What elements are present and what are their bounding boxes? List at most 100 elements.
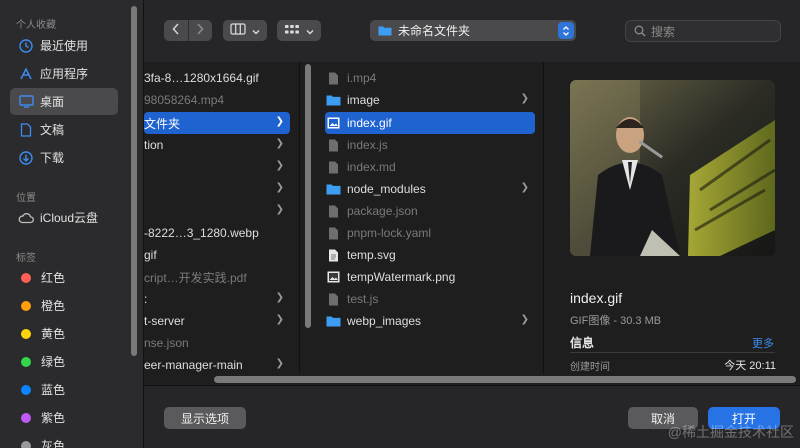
list-item[interactable]: i.mp4 bbox=[325, 67, 535, 89]
current-folder-label: 未命名文件夹 bbox=[398, 24, 471, 38]
file-name: gif bbox=[144, 248, 157, 262]
list-item-selected[interactable]: 文件夹 ❯ bbox=[144, 112, 290, 134]
view-mode-button[interactable] bbox=[223, 20, 267, 41]
preview-file-name: index.gif bbox=[570, 290, 623, 306]
file-icon bbox=[325, 71, 341, 85]
list-item[interactable]: tion ❯ bbox=[144, 134, 290, 156]
file-icon bbox=[325, 138, 341, 152]
sidebar-tag-orange[interactable]: 橙色 bbox=[10, 292, 118, 319]
sidebar-item-label: 下载 bbox=[40, 151, 65, 165]
sidebar-item-label: 桌面 bbox=[40, 95, 65, 109]
list-item[interactable]: nse.json bbox=[144, 332, 294, 354]
sidebar-item-label: 紫色 bbox=[41, 411, 66, 425]
desktop-icon bbox=[18, 94, 34, 110]
folder-icon bbox=[325, 182, 341, 196]
sidebar-item-label: 绿色 bbox=[41, 355, 66, 369]
list-item[interactable]: 98058264.mp4 bbox=[144, 89, 294, 111]
list-item[interactable]: test.js bbox=[325, 288, 535, 310]
list-item[interactable]: ❯ bbox=[144, 156, 290, 178]
preview-pane: index.gif GIF图像 - 30.3 MB 信息 更多 创建时间 今天 … bbox=[545, 62, 800, 374]
horizontal-scrollbar[interactable] bbox=[214, 376, 796, 383]
list-item[interactable]: eer-manager-main ❯ bbox=[144, 354, 290, 374]
sidebar-item-desktop[interactable]: 桌面 bbox=[10, 88, 118, 115]
chevron-right-icon: ❯ bbox=[275, 116, 284, 127]
file-name: cript…开发实践.pdf bbox=[144, 270, 247, 285]
list-item[interactable]: -8222…3_1280.webp bbox=[144, 222, 294, 244]
sidebar-tag-green[interactable]: 绿色 bbox=[10, 348, 118, 375]
more-link[interactable]: 更多 bbox=[752, 335, 774, 351]
sidebar-tag-purple[interactable]: 紫色 bbox=[10, 404, 118, 431]
show-options-button[interactable]: 显示选项 bbox=[164, 407, 246, 429]
folder-icon bbox=[378, 25, 392, 36]
file-name: package.json bbox=[347, 204, 418, 218]
forward-button[interactable] bbox=[187, 20, 213, 41]
list-item[interactable]: ❯ bbox=[144, 200, 290, 222]
list-item[interactable]: pnpm-lock.yaml bbox=[325, 222, 535, 244]
sidebar-item-applications[interactable]: 应用程序 bbox=[10, 60, 118, 87]
column-scrollbar[interactable] bbox=[305, 64, 311, 328]
list-item[interactable]: tempWatermark.png bbox=[325, 266, 535, 288]
grid-icon bbox=[284, 22, 300, 40]
sidebar-item-label: 蓝色 bbox=[41, 383, 66, 397]
group-button[interactable] bbox=[277, 20, 321, 41]
tag-color-dot bbox=[21, 356, 31, 367]
list-item[interactable]: gif bbox=[144, 244, 294, 266]
folder-name: t-server bbox=[144, 314, 185, 328]
file-name: nse.json bbox=[144, 336, 189, 350]
folder-name: node_modules bbox=[347, 182, 426, 196]
sidebar-item-icloud[interactable]: iCloud云盘 bbox=[10, 204, 118, 231]
tags-section-title: 标签 bbox=[16, 253, 36, 264]
list-item[interactable]: ❯ bbox=[144, 178, 290, 200]
list-item[interactable]: t-server ❯ bbox=[144, 310, 290, 332]
chevron-down-icon bbox=[252, 22, 260, 40]
list-item[interactable]: node_modules ❯ bbox=[325, 178, 535, 200]
favorites-section-title: 个人收藏 bbox=[16, 20, 56, 31]
sidebar-tag-blue[interactable]: 蓝色 bbox=[10, 376, 118, 403]
list-item[interactable]: : ❯ bbox=[144, 288, 290, 310]
tag-color-dot bbox=[21, 328, 31, 339]
list-item[interactable]: image ❯ bbox=[325, 89, 535, 111]
list-item-selected[interactable]: index.gif bbox=[325, 112, 535, 134]
sidebar-item-downloads[interactable]: 下载 bbox=[10, 144, 118, 171]
tag-color-dot bbox=[21, 412, 31, 423]
chevron-right-icon: ❯ bbox=[275, 358, 284, 369]
search-input[interactable]: 搜索 bbox=[625, 20, 781, 42]
file-name: index.gif bbox=[347, 116, 392, 130]
back-button[interactable] bbox=[164, 20, 188, 41]
sidebar-tag-yellow[interactable]: 黄色 bbox=[10, 320, 118, 347]
sidebar-item-label: 橙色 bbox=[41, 299, 66, 313]
document-icon bbox=[18, 122, 34, 138]
column-parent: 3fa-8…1280x1664.gif 98058264.mp4 文件夹 ❯ ti… bbox=[144, 62, 300, 374]
created-label: 创建时间 bbox=[570, 362, 610, 373]
sidebar-item-label: iCloud云盘 bbox=[40, 211, 99, 225]
sidebar-item-documents[interactable]: 文稿 bbox=[10, 116, 118, 143]
list-item[interactable]: 3fa-8…1280x1664.gif bbox=[144, 67, 294, 89]
list-item[interactable]: cript…开发实践.pdf bbox=[144, 266, 294, 288]
list-item[interactable]: package.json bbox=[325, 200, 535, 222]
list-item[interactable]: index.md bbox=[325, 156, 535, 178]
chevron-right-icon: ❯ bbox=[275, 138, 284, 149]
file-name: index.md bbox=[347, 160, 396, 174]
sidebar-scrollbar[interactable] bbox=[131, 6, 137, 356]
column-current: i.mp4 image ❯ index.gif index.js index.m… bbox=[316, 62, 544, 374]
chevron-right-icon: ❯ bbox=[520, 182, 529, 193]
file-icon bbox=[325, 204, 341, 218]
list-item[interactable]: temp.svg bbox=[325, 244, 535, 266]
file-name: tempWatermark.png bbox=[347, 270, 456, 284]
list-item[interactable]: index.js bbox=[325, 134, 535, 156]
column-divider bbox=[300, 62, 316, 374]
file-icon bbox=[325, 160, 341, 174]
folder-location-popup[interactable]: 未命名文件夹 bbox=[370, 20, 576, 41]
chevron-right-icon: ❯ bbox=[275, 160, 284, 171]
download-icon bbox=[18, 150, 34, 166]
folder-name: eer-manager-main bbox=[144, 358, 243, 372]
sidebar-item-label: 最近使用 bbox=[40, 39, 89, 53]
sidebar-item-label: 灰色 bbox=[41, 439, 66, 448]
sidebar-tag-gray[interactable]: 灰色 bbox=[10, 432, 118, 448]
tag-color-dot bbox=[21, 440, 31, 448]
list-item[interactable]: webp_images ❯ bbox=[325, 310, 535, 332]
sidebar-item-recents[interactable]: 最近使用 bbox=[10, 32, 118, 59]
sidebar-tag-red[interactable]: 红色 bbox=[10, 264, 118, 291]
chevron-right-icon: ❯ bbox=[520, 314, 529, 325]
image-file-icon bbox=[325, 116, 341, 130]
